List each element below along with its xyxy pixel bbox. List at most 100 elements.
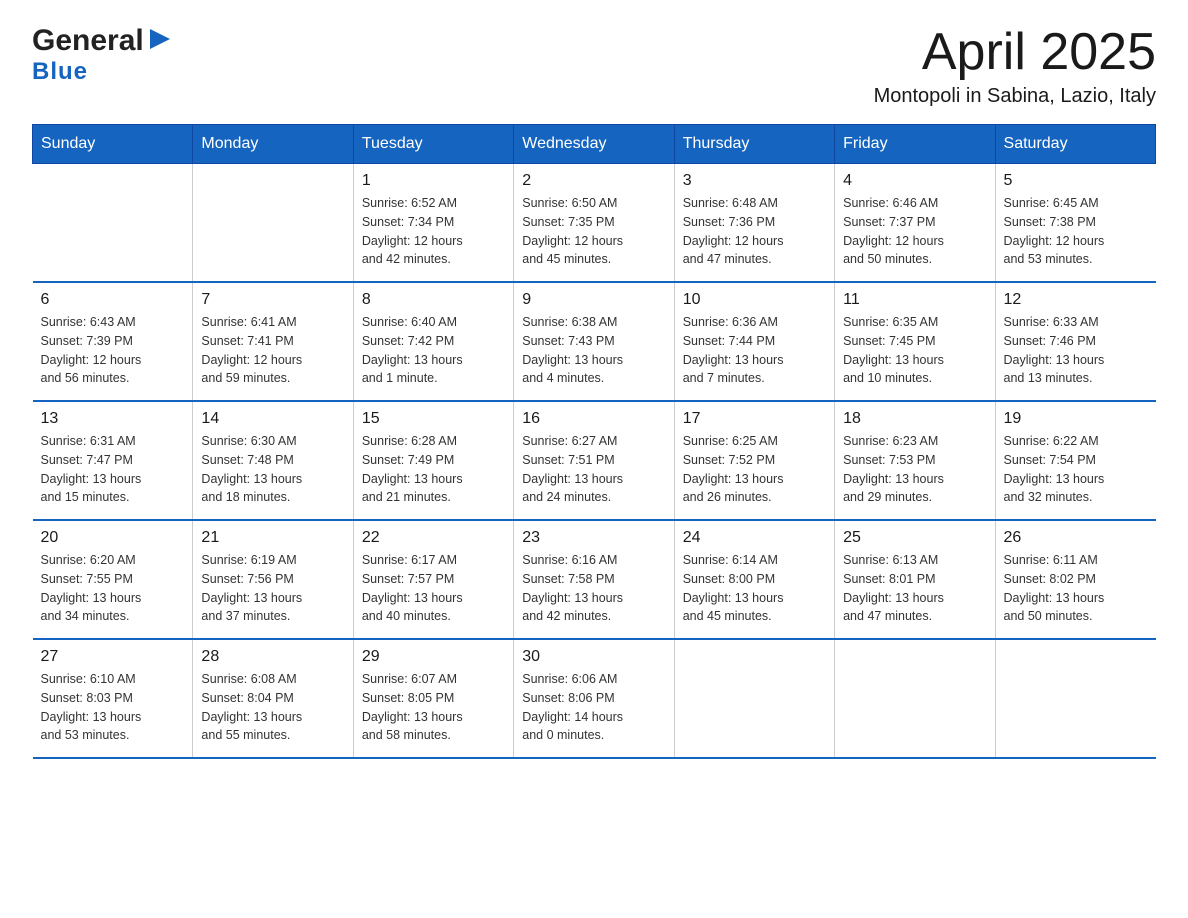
daylight-text-line1: Daylight: 13 hours xyxy=(843,351,986,370)
calendar-day-cell: 25 Sunrise: 6:13 AMSunset: 8:01 PMDayligh… xyxy=(835,520,995,639)
calendar-day-cell: 9 Sunrise: 6:38 AMSunset: 7:43 PMDaylight… xyxy=(514,282,674,401)
sunset-text: Sunset: 7:41 PM xyxy=(201,332,344,351)
day-number: 20 xyxy=(41,529,185,547)
sunrise-text: Sunrise: 6:13 AM xyxy=(843,551,986,570)
daylight-text-line1: Daylight: 13 hours xyxy=(362,708,505,727)
sunset-text: Sunset: 7:46 PM xyxy=(1004,332,1148,351)
day-number: 9 xyxy=(522,291,665,309)
day-number: 15 xyxy=(362,410,505,428)
sunrise-text: Sunrise: 6:41 AM xyxy=(201,313,344,332)
calendar-day-cell: 6Sunrise: 6:43 AMSunset: 7:39 PMDaylight… xyxy=(33,282,193,401)
sunset-text: Sunset: 7:42 PM xyxy=(362,332,505,351)
day-of-week-header: Friday xyxy=(835,125,995,164)
daylight-text-line2: and 15 minutes. xyxy=(41,488,185,507)
logo-blue-text: Blue xyxy=(32,58,88,86)
sunrise-text: Sunrise: 6:06 AM xyxy=(522,670,665,689)
daylight-text-line2: and 56 minutes. xyxy=(41,369,185,388)
calendar-week-row: 6Sunrise: 6:43 AMSunset: 7:39 PMDaylight… xyxy=(33,282,1156,401)
day-info: Sunrise: 6:31 AMSunset: 7:47 PMDaylight:… xyxy=(41,432,185,507)
day-info: Sunrise: 6:23 AMSunset: 7:53 PMDaylight:… xyxy=(843,432,986,507)
day-number: 1 xyxy=(362,172,505,190)
daylight-text-line2: and 34 minutes. xyxy=(41,607,185,626)
sunrise-text: Sunrise: 6:17 AM xyxy=(362,551,505,570)
day-number: 25 xyxy=(843,529,986,547)
day-number: 29 xyxy=(362,648,505,666)
day-info: Sunrise: 6:40 AMSunset: 7:42 PMDaylight:… xyxy=(362,313,505,388)
day-number: 18 xyxy=(843,410,986,428)
day-info: Sunrise: 6:19 AMSunset: 7:56 PMDaylight:… xyxy=(201,551,344,626)
calendar-day-cell: 21Sunrise: 6:19 AMSunset: 7:56 PMDayligh… xyxy=(193,520,353,639)
sunrise-text: Sunrise: 6:08 AM xyxy=(201,670,344,689)
day-info: Sunrise: 6:13 AMSunset: 8:01 PMDaylight:… xyxy=(843,551,986,626)
sunset-text: Sunset: 7:39 PM xyxy=(41,332,185,351)
day-info: Sunrise: 6:27 AMSunset: 7:51 PMDaylight:… xyxy=(522,432,665,507)
calendar-day-cell: 13Sunrise: 6:31 AMSunset: 7:47 PMDayligh… xyxy=(33,401,193,520)
daylight-text-line2: and 4 minutes. xyxy=(522,369,665,388)
sunrise-text: Sunrise: 6:30 AM xyxy=(201,432,344,451)
day-of-week-header: Tuesday xyxy=(353,125,513,164)
page-title: April 2025 xyxy=(874,24,1156,81)
sunset-text: Sunset: 7:49 PM xyxy=(362,451,505,470)
sunrise-text: Sunrise: 6:27 AM xyxy=(522,432,665,451)
daylight-text-line1: Daylight: 13 hours xyxy=(362,589,505,608)
daylight-text-line2: and 37 minutes. xyxy=(201,607,344,626)
day-number: 17 xyxy=(683,410,826,428)
sunset-text: Sunset: 7:47 PM xyxy=(41,451,185,470)
daylight-text-line1: Daylight: 13 hours xyxy=(683,470,826,489)
calendar-week-row: 1 Sunrise: 6:52 AMSunset: 7:34 PMDaylight… xyxy=(33,164,1156,283)
day-number: 26 xyxy=(1004,529,1148,547)
daylight-text-line2: and 21 minutes. xyxy=(362,488,505,507)
sunset-text: Sunset: 7:35 PM xyxy=(522,213,665,232)
calendar-day-cell xyxy=(33,164,193,283)
sunset-text: Sunset: 7:51 PM xyxy=(522,451,665,470)
daylight-text-line1: Daylight: 12 hours xyxy=(843,232,986,251)
calendar-day-cell: 12Sunrise: 6:33 AMSunset: 7:46 PMDayligh… xyxy=(995,282,1155,401)
sunset-text: Sunset: 7:55 PM xyxy=(41,570,185,589)
sunset-text: Sunset: 8:04 PM xyxy=(201,689,344,708)
calendar-day-cell: 30Sunrise: 6:06 AMSunset: 8:06 PMDayligh… xyxy=(514,639,674,758)
daylight-text-line1: Daylight: 13 hours xyxy=(1004,470,1148,489)
sunset-text: Sunset: 8:05 PM xyxy=(362,689,505,708)
daylight-text-line2: and 42 minutes. xyxy=(522,607,665,626)
daylight-text-line2: and 59 minutes. xyxy=(201,369,344,388)
calendar-day-cell: 10Sunrise: 6:36 AMSunset: 7:44 PMDayligh… xyxy=(674,282,834,401)
day-of-week-header: Thursday xyxy=(674,125,834,164)
calendar-day-cell xyxy=(835,639,995,758)
calendar-day-cell: 20Sunrise: 6:20 AMSunset: 7:55 PMDayligh… xyxy=(33,520,193,639)
calendar-day-cell: 17Sunrise: 6:25 AMSunset: 7:52 PMDayligh… xyxy=(674,401,834,520)
sunrise-text: Sunrise: 6:46 AM xyxy=(843,194,986,213)
daylight-text-line1: Daylight: 13 hours xyxy=(201,589,344,608)
daylight-text-line1: Daylight: 13 hours xyxy=(362,351,505,370)
logo-flag-icon xyxy=(144,25,172,58)
day-info: Sunrise: 6:16 AMSunset: 7:58 PMDaylight:… xyxy=(522,551,665,626)
day-number: 11 xyxy=(843,291,986,309)
calendar-day-cell: 29Sunrise: 6:07 AMSunset: 8:05 PMDayligh… xyxy=(353,639,513,758)
sunrise-text: Sunrise: 6:50 AM xyxy=(522,194,665,213)
day-of-week-header: Wednesday xyxy=(514,125,674,164)
sunrise-text: Sunrise: 6:52 AM xyxy=(362,194,505,213)
day-info: Sunrise: 6:52 AMSunset: 7:34 PMDaylight:… xyxy=(362,194,505,269)
calendar-day-cell xyxy=(193,164,353,283)
sunset-text: Sunset: 7:36 PM xyxy=(683,213,826,232)
calendar-table: SundayMondayTuesdayWednesdayThursdayFrid… xyxy=(32,124,1156,759)
day-number: 27 xyxy=(41,648,185,666)
sunset-text: Sunset: 7:53 PM xyxy=(843,451,986,470)
sunrise-text: Sunrise: 6:40 AM xyxy=(362,313,505,332)
day-info: Sunrise: 6:06 AMSunset: 8:06 PMDaylight:… xyxy=(522,670,665,745)
title-section: April 2025 Montopoli in Sabina, Lazio, I… xyxy=(874,24,1156,108)
day-info: Sunrise: 6:35 AMSunset: 7:45 PMDaylight:… xyxy=(843,313,986,388)
day-info: Sunrise: 6:11 AMSunset: 8:02 PMDaylight:… xyxy=(1004,551,1148,626)
calendar-day-cell xyxy=(674,639,834,758)
day-info: Sunrise: 6:38 AMSunset: 7:43 PMDaylight:… xyxy=(522,313,665,388)
daylight-text-line2: and 50 minutes. xyxy=(843,250,986,269)
calendar-day-cell: 14Sunrise: 6:30 AMSunset: 7:48 PMDayligh… xyxy=(193,401,353,520)
day-info: Sunrise: 6:33 AMSunset: 7:46 PMDaylight:… xyxy=(1004,313,1148,388)
day-info: Sunrise: 6:28 AMSunset: 7:49 PMDaylight:… xyxy=(362,432,505,507)
sunset-text: Sunset: 8:02 PM xyxy=(1004,570,1148,589)
calendar-day-cell: 22Sunrise: 6:17 AMSunset: 7:57 PMDayligh… xyxy=(353,520,513,639)
calendar-day-cell: 8Sunrise: 6:40 AMSunset: 7:42 PMDaylight… xyxy=(353,282,513,401)
day-info: Sunrise: 6:50 AMSunset: 7:35 PMDaylight:… xyxy=(522,194,665,269)
daylight-text-line1: Daylight: 12 hours xyxy=(1004,232,1148,251)
day-info: Sunrise: 6:36 AMSunset: 7:44 PMDaylight:… xyxy=(683,313,826,388)
day-info: Sunrise: 6:48 AMSunset: 7:36 PMDaylight:… xyxy=(683,194,826,269)
